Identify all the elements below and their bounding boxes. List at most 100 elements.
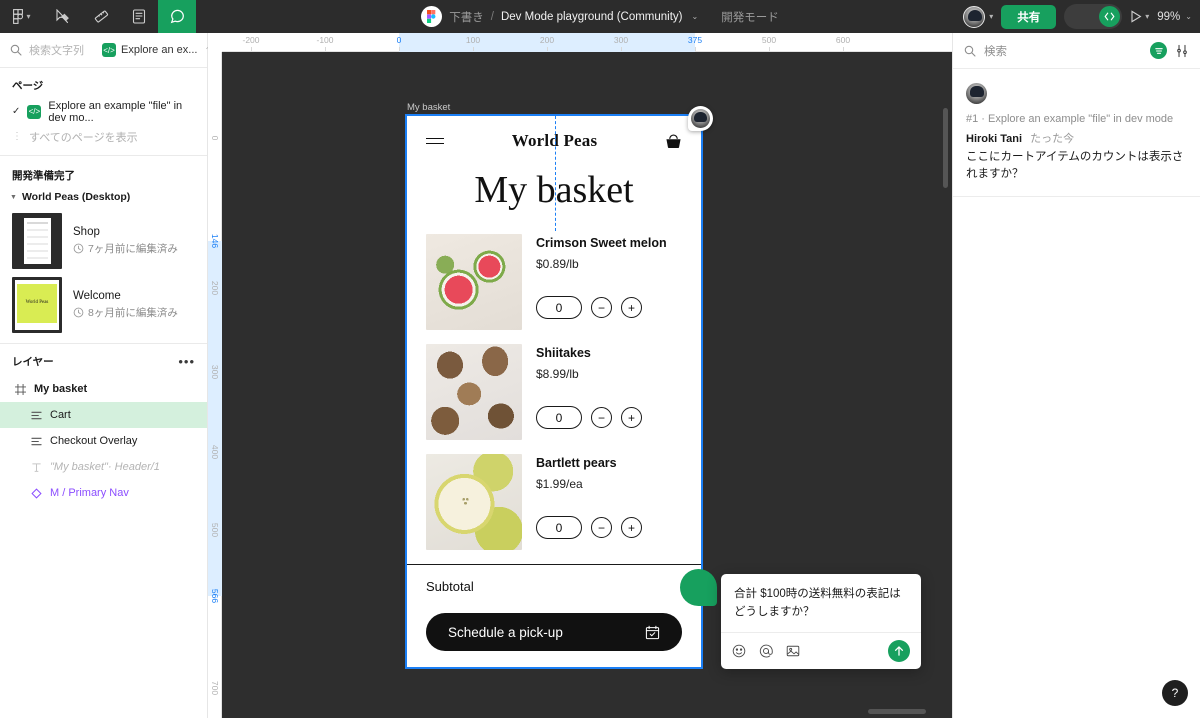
component-icon [30,487,42,499]
mention-icon[interactable] [759,644,773,658]
calendar-icon [645,625,660,640]
ruler-tick: -200 [242,35,260,45]
layer-row-checkout-overlay[interactable]: Checkout Overlay [0,428,207,454]
quantity-increase-button[interactable]: + [621,407,642,428]
layer-row-cart[interactable]: Cart [0,402,207,428]
file-title[interactable]: Dev Mode playground (Community) [501,11,683,23]
figma-file-icon [421,6,443,27]
thumbnail-welcome: World Peas [12,277,62,333]
cart-item[interactable]: Shiitakes $8.99/lb 0 − + [407,344,701,440]
comment-composer[interactable]: 合計 $100時の送料無料の表記はどうしますか？ [721,574,921,669]
schedule-pickup-button[interactable]: Schedule a pick-up [426,613,682,651]
layers-more-icon[interactable]: ••• [178,354,195,369]
layer-label: Checkout Overlay [50,435,138,447]
help-button[interactable]: ? [1162,680,1188,706]
filter-icon[interactable] [1150,42,1167,59]
canvas-horizontal-scrollbar[interactable] [868,709,926,714]
page-item-explore[interactable]: ✓ </> Explore an example "file" in dev m… [0,99,207,124]
dev-mode-toggle[interactable] [1064,4,1123,29]
user-avatar-menu[interactable]: ▾ [963,5,993,28]
layers-header: レイヤー ••• [0,343,207,376]
ruler-mark [843,47,844,51]
comment-pin[interactable] [688,106,713,131]
thread-body: ここにカートアイテムのカウントは表示されますか？ [966,151,1184,181]
ruler-tick: 700 [210,680,220,696]
group-world-peas-desktop[interactable]: ▼ World Peas (Desktop) [0,189,207,209]
comments-header: 検索 [953,33,1200,69]
frame-label[interactable]: My basket [407,102,450,113]
avatar[interactable] [963,5,986,28]
image-icon[interactable] [786,644,800,658]
quantity-value[interactable]: 0 [536,296,582,319]
subtotal-row: Subtotal [407,565,701,594]
sliders-icon[interactable] [1175,44,1189,58]
file-menu-chevron-down-icon[interactable]: ⌄ [692,12,699,21]
vertical-ruler[interactable]: 0 146 200 300 400 500 566 700 [208,52,222,718]
quantity-value[interactable]: 0 [536,406,582,429]
present-chevron-down-icon[interactable]: ▾ [1145,12,1149,21]
present-button[interactable]: ▾ [1130,10,1149,23]
product-name: Crimson Sweet melon [536,236,667,250]
ruler-corner [208,33,222,52]
quantity-decrease-button[interactable]: − [591,407,612,428]
basket-icon[interactable] [665,133,682,149]
card-subtitle-text: 8ヶ月前に編集済み [88,307,178,319]
layer-label: "My basket"· Header/1 [50,461,160,473]
avatar [691,109,710,128]
quantity-increase-button[interactable]: + [621,517,642,538]
quantity-value[interactable]: 0 [536,516,582,539]
dev-ready-section-title: 開発準備完了 [12,170,75,182]
ready-card-shop[interactable]: Shop 7ヶ月前に編集済み [0,209,207,273]
measure-tool-button[interactable] [82,0,120,33]
hamburger-menu-icon[interactable] [426,134,444,149]
quantity-decrease-button[interactable]: − [591,297,612,318]
avatar-chevron-down-icon[interactable]: ▾ [989,12,993,21]
zoom-control[interactable]: 99% ⌄ [1157,11,1192,23]
ruler-mark [547,47,548,51]
comment-thread[interactable]: #1 · Explore an example "file" in dev mo… [953,69,1200,197]
layer-label: M / Primary Nav [50,487,129,499]
layer-row-primary-nav[interactable]: M / Primary Nav [0,480,207,506]
horizontal-ruler[interactable]: -200 -100 0 100 200 300 375 500 600 [208,33,952,52]
canvas-vertical-scrollbar[interactable] [943,108,948,188]
cart-item[interactable]: Crimson Sweet melon $0.89/lb 0 − + [407,234,701,330]
comment-marker[interactable] [680,569,717,606]
comment-send-button[interactable] [888,639,910,662]
ruler-tick: 300 [613,35,629,45]
artboard-my-basket[interactable]: My basket World Peas My basket Crimson S… [405,102,713,669]
quantity-stepper: 0 − + [536,406,701,429]
breadcrumb-draft[interactable]: 下書き [449,9,484,25]
page-selector[interactable]: </> Explore an ex... ⌃ [102,43,211,57]
ruler-mark [621,47,622,51]
ruler-tick: 146 [210,233,220,249]
ruler-tick: 500 [761,35,777,45]
move-tool-button[interactable] [44,0,82,33]
page-selector-label: Explore an ex... [121,44,198,56]
comment-tool-button[interactable] [158,0,196,33]
layer-row-header-text[interactable]: "My basket"· Header/1 [0,454,207,480]
comments-search-input[interactable]: 検索 [984,43,1007,59]
right-sidebar: 検索 #1 · Explore an example "file" in dev… [952,33,1200,718]
show-all-pages-button[interactable]: ⋮ すべてのページを表示 [0,124,207,149]
schedule-pickup-label: Schedule a pick-up [448,624,563,640]
search-input[interactable]: 検索文字列 [29,42,95,58]
comment-draft-text[interactable]: 合計 $100時の送料無料の表記はどうしますか？ [721,574,921,632]
ruler-tick: 0 [210,135,220,141]
canvas-area[interactable]: My basket World Peas My basket Crimson S… [208,33,952,718]
share-button[interactable]: 共有 [1001,4,1057,29]
emoji-icon[interactable] [732,644,746,658]
divider [0,155,207,156]
ruler-mark [399,47,400,51]
annotate-tool-button[interactable] [120,0,158,33]
product-image [426,454,522,550]
figma-menu-button[interactable]: ▾ [0,0,44,33]
show-all-pages-label: すべてのページを表示 [29,131,138,144]
ready-card-welcome[interactable]: World Peas Welcome 8ヶ月前に編集済み [0,273,207,337]
layer-row-my-basket[interactable]: My basket [0,376,207,402]
ruler-tick: 375 [687,35,703,45]
cart-item[interactable]: Bartlett pears $1.99/ea 0 − + [407,454,701,550]
quantity-decrease-button[interactable]: − [591,517,612,538]
quantity-increase-button[interactable]: + [621,297,642,318]
figma-window: ▾ 下書き / Dev Mode playground (Community) … [0,0,1200,718]
search-icon [10,44,22,56]
